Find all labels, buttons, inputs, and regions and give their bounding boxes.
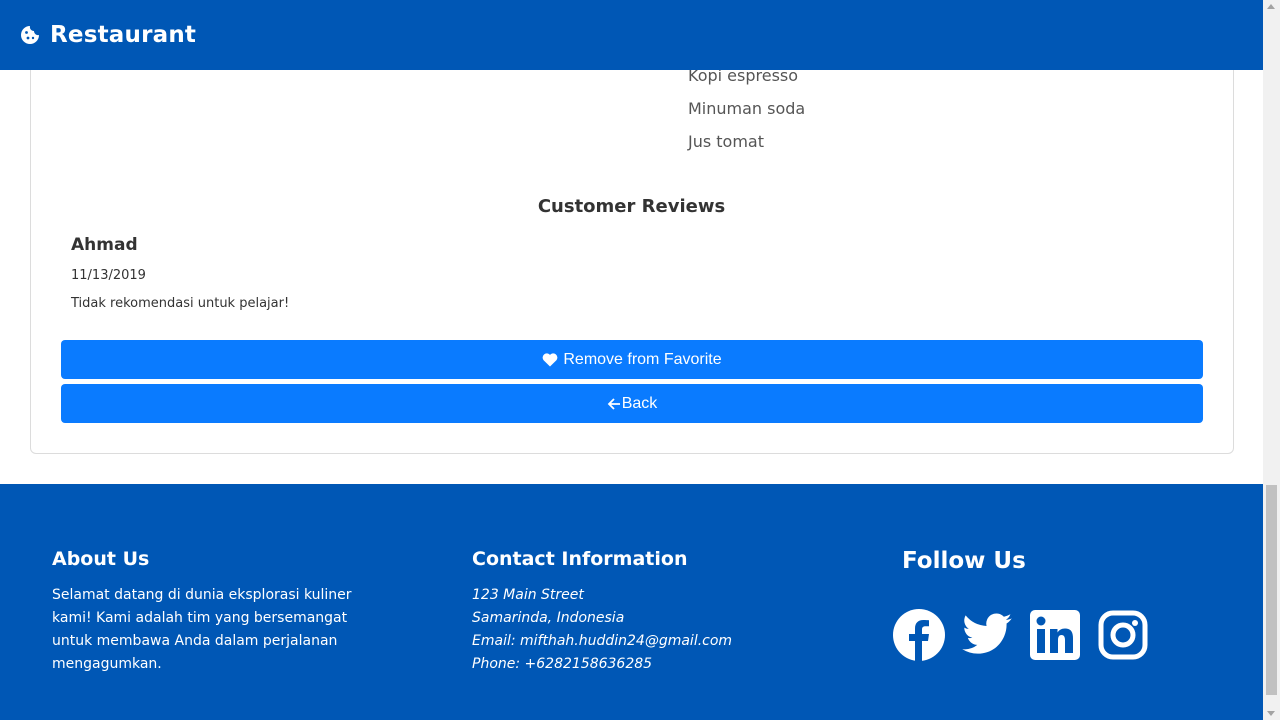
page-scrollbar[interactable] bbox=[1263, 0, 1280, 720]
cookie-icon bbox=[20, 25, 40, 45]
follow-section: Follow Us bbox=[902, 548, 1026, 602]
review-text: Tidak rekomendasi untuk pelajar! bbox=[71, 296, 290, 311]
about-title: About Us bbox=[52, 548, 150, 570]
about-text: Selamat datang di dunia eksplorasi kulin… bbox=[52, 587, 352, 672]
brand[interactable]: Restaurant bbox=[20, 22, 196, 48]
linkedin-icon[interactable] bbox=[1028, 608, 1082, 662]
scroll-down-icon[interactable] bbox=[1267, 711, 1275, 716]
instagram-icon[interactable] bbox=[1096, 608, 1150, 662]
remove-favorite-button[interactable]: Remove from Favorite bbox=[61, 340, 1203, 379]
reviews-heading: Customer Reviews bbox=[537, 196, 726, 217]
review-date: 11/13/2019 bbox=[71, 268, 146, 283]
follow-title: Follow Us bbox=[902, 548, 1026, 574]
contact-phone: Phone: +6282158636285 bbox=[472, 656, 653, 672]
social-links bbox=[892, 608, 1150, 662]
contact-section: Contact Information 123 Main Street Sama… bbox=[472, 548, 732, 676]
facebook-icon[interactable] bbox=[892, 608, 946, 662]
menu-item: Kopi espresso bbox=[688, 66, 799, 85]
heart-icon bbox=[543, 353, 558, 367]
remove-favorite-label: Remove from Favorite bbox=[563, 350, 722, 368]
contact-city: Samarinda, Indonesia bbox=[472, 610, 625, 626]
reviewer-name: Ahmad bbox=[71, 235, 138, 255]
scroll-thumb[interactable] bbox=[1266, 485, 1277, 695]
twitter-icon[interactable] bbox=[960, 608, 1014, 662]
scroll-up-icon[interactable] bbox=[1267, 4, 1275, 9]
contact-email[interactable]: Email: mifthah.huddin24@gmail.com bbox=[472, 630, 732, 653]
back-label: Back bbox=[621, 394, 658, 412]
about-section: About Us Selamat datang di dunia eksplor… bbox=[52, 548, 362, 676]
menu-item: Minuman soda bbox=[688, 99, 806, 118]
menu-item: Jus tomat bbox=[688, 132, 765, 151]
drinks-menu-list: Kopi espresso Minuman soda Jus tomat bbox=[688, 66, 805, 165]
arrow-left-icon bbox=[607, 397, 620, 410]
navbar: Restaurant bbox=[0, 0, 1263, 70]
contact-street: 123 Main Street bbox=[472, 587, 584, 603]
footer: About Us Selamat datang di dunia eksplor… bbox=[0, 484, 1263, 720]
brand-title: Restaurant bbox=[50, 22, 197, 48]
back-button[interactable]: Back bbox=[61, 384, 1203, 423]
contact-title: Contact Information bbox=[472, 548, 688, 570]
review-item: Ahmad 11/13/2019 Tidak rekomendasi untuk… bbox=[71, 235, 289, 311]
